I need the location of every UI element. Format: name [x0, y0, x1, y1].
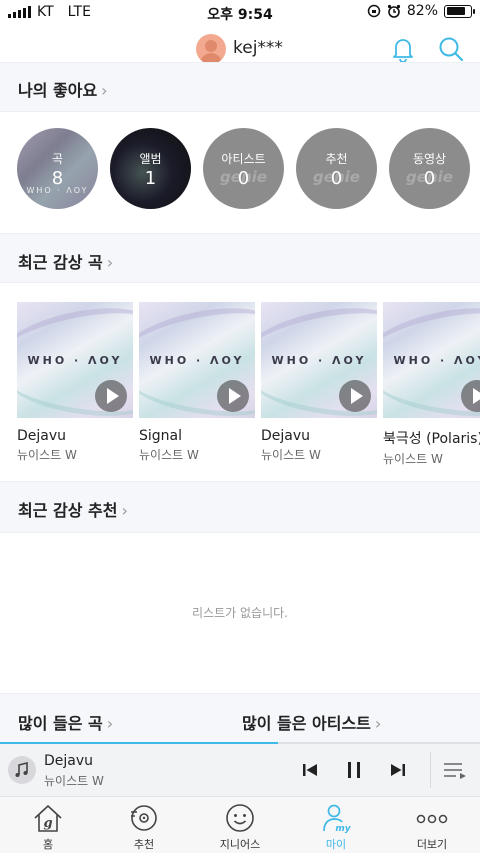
most-played-header: 많이 들은 곡 › 많이 들은 아티스트 ›	[0, 693, 480, 745]
recommend-icon	[131, 805, 157, 831]
song-title: Dejavu	[261, 428, 311, 444]
pause-icon[interactable]	[342, 758, 366, 782]
recent-song-card[interactable]: WHO · ɅOY 북극성 (Polaris) 뉴이스트 W	[383, 302, 480, 467]
more-icon	[416, 814, 448, 824]
likes-videos-label: 동영상	[412, 152, 447, 166]
album-cover-text: WHO · ɅOY	[149, 354, 245, 367]
likes-artists[interactable]: genie 아티스트 0	[203, 128, 284, 209]
album-cover: WHO · ɅOY	[261, 302, 377, 418]
play-icon[interactable]	[217, 380, 249, 412]
likes-songs-label: 곡	[51, 152, 64, 166]
username[interactable]: kej***	[233, 38, 283, 58]
likes-recommend-label: 추천	[325, 152, 348, 166]
previous-icon[interactable]	[298, 758, 322, 782]
likes-songs[interactable]: 곡 8 WHO · ɅOY	[17, 128, 98, 209]
play-icon[interactable]	[339, 380, 371, 412]
tab-genius[interactable]: 지니어스	[192, 797, 288, 853]
likes-albums-label: 앨범	[139, 152, 162, 166]
chevron-right-icon: ›	[121, 501, 128, 520]
tab-recommend[interactable]: 추천	[96, 797, 192, 853]
tab-more[interactable]: 더보기	[384, 797, 480, 853]
recent-recommend-header[interactable]: 최근 감상 추천 ›	[0, 481, 480, 533]
song-artist: 뉴이스트 W	[261, 448, 321, 462]
likes-songs-cover-text: WHO · ɅOY	[26, 186, 89, 195]
recent-song-card[interactable]: WHO · ɅOY Signal 뉴이스트 W	[139, 302, 255, 463]
recent-song-card[interactable]: WHO · ɅOY Dejavu 뉴이스트 W	[17, 302, 133, 463]
player-title: Dejavu	[44, 753, 94, 769]
likes-section-title: 나의 좋아요	[18, 81, 98, 100]
alarm-icon	[387, 4, 400, 18]
tab-bar: g 홈 추천 지니어스 my 마이 더보기	[0, 796, 480, 853]
likes-albums[interactable]: 앨범 1	[110, 128, 191, 209]
battery-icon	[444, 4, 475, 18]
player-artist: 뉴이스트 W	[44, 774, 104, 788]
song-title: Dejavu	[17, 428, 67, 444]
svg-text:my: my	[335, 824, 351, 833]
recent-songs-title: 최근 감상 곡	[18, 253, 103, 272]
song-artist: 뉴이스트 W	[383, 452, 443, 466]
music-note-icon	[8, 756, 36, 784]
battery-level	[446, 7, 466, 15]
likes-videos-count: 0	[423, 168, 436, 189]
likes-albums-count: 1	[144, 168, 157, 189]
tab-label: 마이	[325, 838, 347, 851]
rotation-lock-icon	[367, 4, 381, 18]
chevron-right-icon: ›	[106, 714, 114, 733]
likes-artists-label: 아티스트	[221, 152, 266, 166]
bell-icon[interactable]	[388, 34, 418, 64]
home-icon: g	[34, 805, 62, 832]
song-artist: 뉴이스트 W	[139, 448, 199, 462]
song-title: 북극성 (Polaris)	[383, 431, 480, 447]
album-cover-text: WHO · ɅOY	[271, 354, 367, 367]
app-root: KT LTE 오후 9:54 82% kej*** 나의 좋아요 › 곡 8 WH…	[0, 0, 480, 853]
most-played-artists-link[interactable]: 많이 들은 아티스트 ›	[242, 710, 381, 734]
album-cover: WHO · ɅOY	[383, 302, 480, 418]
tab-label: 지니어스	[219, 838, 261, 851]
tab-label: 더보기	[416, 838, 448, 851]
tab-label: 추천	[133, 838, 155, 851]
most-played-artists-label: 많이 들은 아티스트	[242, 714, 371, 733]
album-cover: WHO · ɅOY	[139, 302, 255, 418]
status-right: 82%	[367, 3, 475, 19]
status-bar: KT LTE 오후 9:54 82%	[0, 0, 480, 26]
player-divider	[430, 752, 431, 788]
chevron-right-icon: ›	[106, 253, 114, 272]
next-icon[interactable]	[386, 758, 410, 782]
tab-my[interactable]: my 마이	[288, 797, 384, 853]
my-icon: my	[323, 804, 352, 833]
song-title: Signal	[139, 428, 183, 444]
recent-recommend-title: 최근 감상 추천	[18, 501, 118, 520]
empty-list-message: 리스트가 없습니다.	[192, 606, 288, 620]
genius-icon	[226, 804, 254, 832]
play-icon[interactable]	[95, 380, 127, 412]
playlist-icon[interactable]	[442, 758, 468, 782]
most-played-songs-link[interactable]: 많이 들은 곡 ›	[18, 710, 113, 734]
recent-songs-header[interactable]: 최근 감상 곡 ›	[0, 233, 480, 283]
most-played-songs-label: 많이 들은 곡	[18, 714, 103, 733]
chevron-right-icon: ›	[101, 81, 108, 100]
album-cover: WHO · ɅOY	[17, 302, 133, 418]
recent-song-card[interactable]: WHO · ɅOY Dejavu 뉴이스트 W	[261, 302, 377, 463]
tab-home[interactable]: g 홈	[0, 797, 96, 853]
search-icon[interactable]	[436, 34, 466, 64]
battery-percent: 82%	[406, 3, 438, 19]
likes-section-header[interactable]: 나의 좋아요 ›	[0, 62, 480, 112]
svg-text:g: g	[43, 816, 52, 831]
likes-artists-count: 0	[237, 168, 250, 189]
likes-recommend[interactable]: genie 추천 0	[296, 128, 377, 209]
album-cover-text: WHO · ɅOY	[27, 354, 123, 367]
album-cover-text: WHO · ɅOY	[393, 354, 480, 367]
mini-player[interactable]: Dejavu 뉴이스트 W	[0, 744, 480, 796]
chevron-right-icon: ›	[374, 714, 382, 733]
avatar[interactable]	[196, 34, 226, 64]
song-artist: 뉴이스트 W	[17, 448, 77, 462]
tab-label: 홈	[42, 838, 54, 851]
likes-videos[interactable]: genie 동영상 0	[389, 128, 470, 209]
likes-recommend-count: 0	[330, 168, 343, 189]
